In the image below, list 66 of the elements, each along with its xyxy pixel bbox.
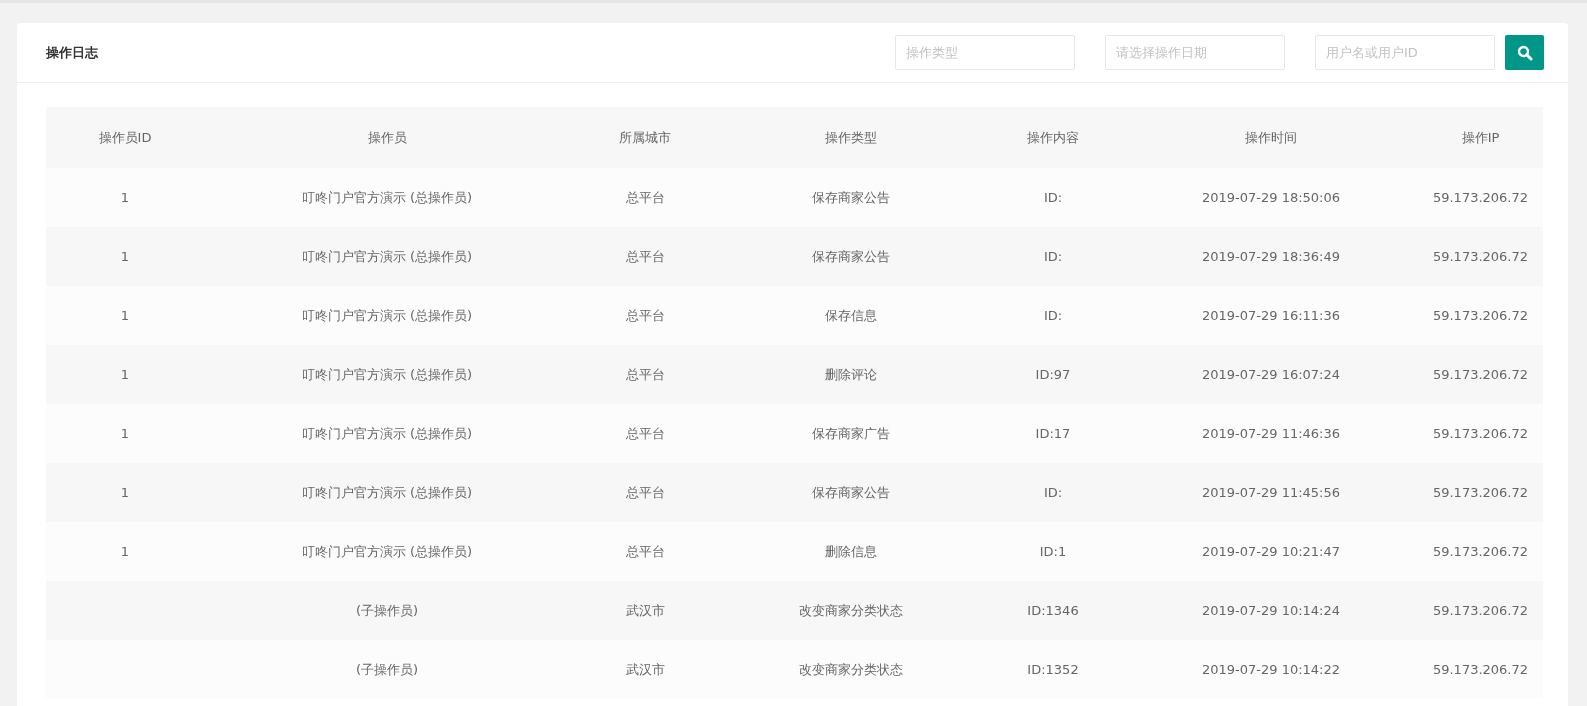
- table-cell: 59.173.206.72: [1418, 168, 1543, 227]
- table-cell: 2019-07-29 16:11:36: [1124, 286, 1418, 345]
- table-cell: 保存信息: [720, 286, 982, 345]
- table-cell: 删除信息: [720, 522, 982, 581]
- table-cell: 1: [46, 286, 204, 345]
- table-cell: (子操作员): [204, 581, 570, 640]
- table-cell: 59.173.206.72: [1418, 227, 1543, 286]
- table-cell: 59.173.206.72: [1418, 404, 1543, 463]
- table-cell: ID:1346: [982, 581, 1124, 640]
- table-cell: 武汉市: [570, 581, 720, 640]
- table-cell: ID:97: [982, 345, 1124, 404]
- table-cell: 1: [46, 227, 204, 286]
- table-cell: 保存商家公告: [720, 227, 982, 286]
- table-cell: 总平台: [570, 168, 720, 227]
- table-cell: 2019-07-29 11:46:36: [1124, 404, 1418, 463]
- table-cell: 叮咚门户官方演示 (总操作员): [204, 522, 570, 581]
- table-cell: ID:: [982, 286, 1124, 345]
- column-header: 所属城市: [570, 107, 720, 168]
- table-cell: 总平台: [570, 404, 720, 463]
- table-cell: 1: [46, 168, 204, 227]
- table-cell: ID:: [982, 463, 1124, 522]
- table-cell: 2019-07-29 10:21:47: [1124, 522, 1418, 581]
- table-cell: 删除评论: [720, 345, 982, 404]
- table-cell: 2019-07-29 16:07:24: [1124, 345, 1418, 404]
- table-cell: 总平台: [570, 286, 720, 345]
- table-cell: 保存商家公告: [720, 463, 982, 522]
- column-header: 操作内容: [982, 107, 1124, 168]
- column-header: 操作时间: [1124, 107, 1418, 168]
- table-cell: 59.173.206.72: [1418, 345, 1543, 404]
- table-cell: 总平台: [570, 345, 720, 404]
- table-cell: 叮咚门户官方演示 (总操作员): [204, 463, 570, 522]
- table-cell: 59.173.206.72: [1418, 581, 1543, 640]
- column-header: 操作员ID: [46, 107, 204, 168]
- filter-field[interactable]: 用户名或用户ID: [1315, 35, 1495, 70]
- table-cell: ID:: [982, 168, 1124, 227]
- table-cell: 1: [46, 404, 204, 463]
- column-header: 操作类型: [720, 107, 982, 168]
- table-cell: 2019-07-29 18:50:06: [1124, 168, 1418, 227]
- table-cell: ID:: [982, 227, 1124, 286]
- table-cell: 59.173.206.72: [1418, 286, 1543, 345]
- search-icon: [1516, 44, 1533, 61]
- table-cell: 总平台: [570, 463, 720, 522]
- search-button[interactable]: [1505, 35, 1544, 70]
- table-cell: 1: [46, 463, 204, 522]
- panel-title: 操作日志: [46, 43, 99, 62]
- table-cell: 59.173.206.72: [1418, 463, 1543, 522]
- table-cell: 1: [46, 522, 204, 581]
- table-cell: 叮咚门户官方演示 (总操作员): [204, 168, 570, 227]
- table-cell: 叮咚门户官方演示 (总操作员): [204, 404, 570, 463]
- table-cell: 59.173.206.72: [1418, 522, 1543, 581]
- table-cell: 2019-07-29 11:45:56: [1124, 463, 1418, 522]
- table-cell: 改变商家分类状态: [720, 581, 982, 640]
- table-cell: 总平台: [570, 227, 720, 286]
- table-cell: ID:17: [982, 404, 1124, 463]
- column-header: 操作员: [204, 107, 570, 168]
- table-cell: ID:1: [982, 522, 1124, 581]
- table-cell: 总平台: [570, 522, 720, 581]
- table-cell: 保存商家广告: [720, 404, 982, 463]
- table-cell: 2019-07-29 10:14:24: [1124, 581, 1418, 640]
- table-cell: 叮咚门户官方演示 (总操作员): [204, 227, 570, 286]
- table-cell: 2019-07-29 18:36:49: [1124, 227, 1418, 286]
- table-cell: 叮咚门户官方演示 (总操作员): [204, 345, 570, 404]
- table-cell: 叮咚门户官方演示 (总操作员): [204, 286, 570, 345]
- column-header: 操作IP: [1418, 107, 1543, 168]
- table-cell: 保存商家公告: [720, 168, 982, 227]
- table-cell: 1: [46, 345, 204, 404]
